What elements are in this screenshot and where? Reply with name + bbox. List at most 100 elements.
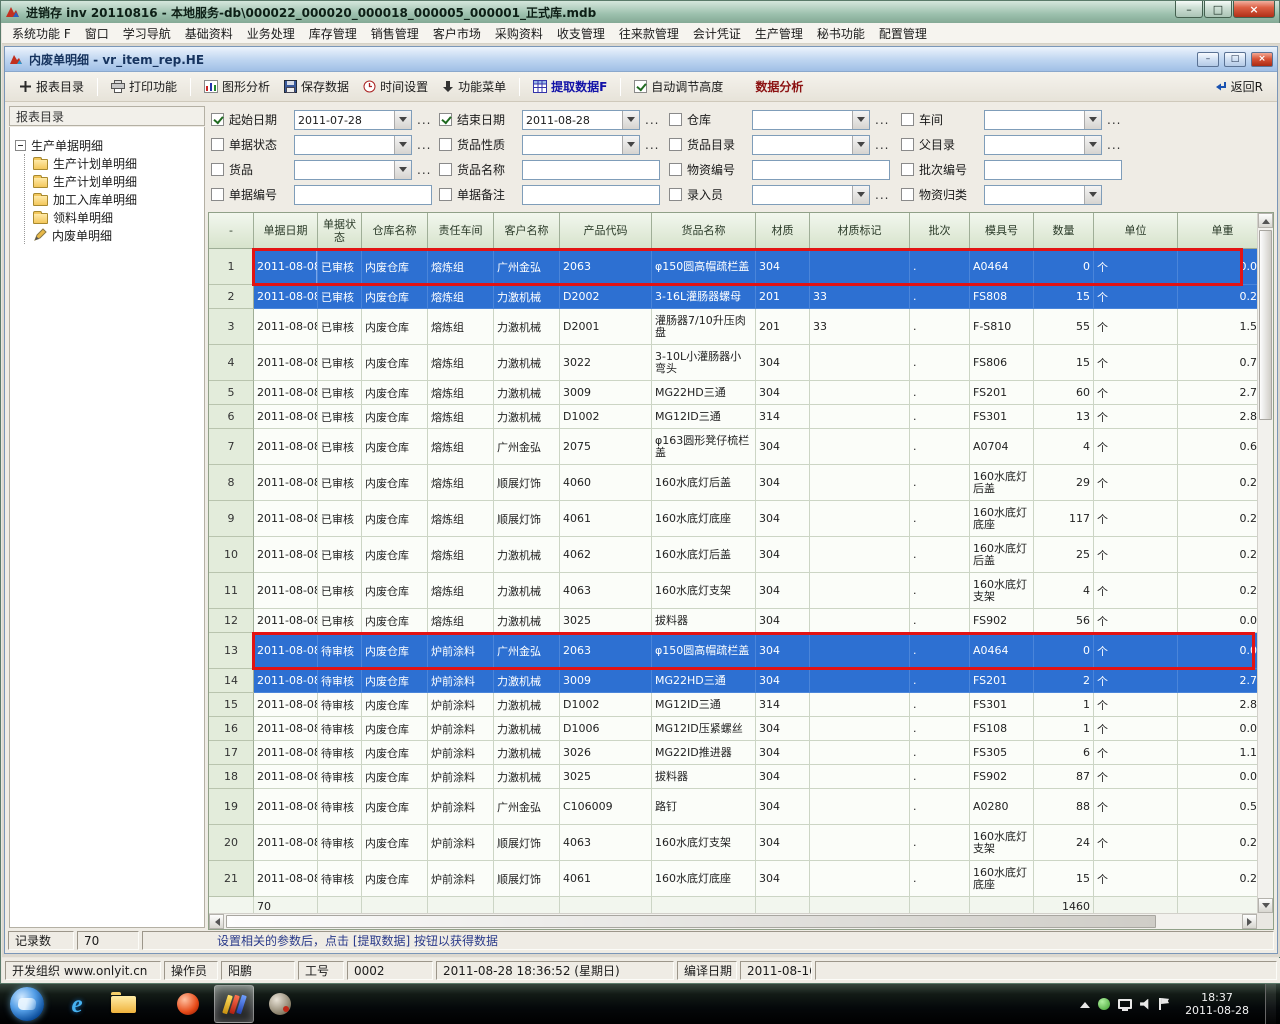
cell-单据日期[interactable]: 2011-08-08 [254,765,318,789]
cell-数量[interactable]: 117 [1034,501,1094,537]
cell-仓库名称[interactable]: 内废仓库 [362,789,428,825]
cell-单重[interactable]: 0.25 [1178,537,1257,573]
cell-仓库名称[interactable]: 内废仓库 [362,609,428,633]
filter-more-button[interactable]: ... [645,113,659,127]
cell-产品代码[interactable]: 3022 [560,345,652,381]
cell-单据日期[interactable]: 2011-08-08 [254,249,318,285]
cell-责任车间[interactable]: 熔炼组 [428,573,494,609]
cell-单位[interactable]: 个 [1094,309,1178,345]
cell-单据日期[interactable]: 2011-08-08 [254,429,318,465]
cell-货品名称[interactable]: MG22ID推进器 [652,741,756,765]
cell-材质标记[interactable] [810,609,910,633]
cell-模具号[interactable]: FS808 [970,285,1034,309]
filter-more-button[interactable]: ... [417,138,431,152]
cell-批次[interactable]: . [910,249,970,285]
cell-批次[interactable]: . [910,765,970,789]
cell-批次[interactable]: . [910,345,970,381]
cell-货品名称[interactable]: 拔料器 [652,609,756,633]
table-row-17[interactable]: 172011-08-08待审核内废仓库炉前涂料力激机械3026MG22ID推进器… [209,741,1257,765]
cell-材质标记[interactable]: 33 [810,309,910,345]
cell-产品代码[interactable]: 3025 [560,765,652,789]
cell-责任车间[interactable]: 熔炼组 [428,537,494,573]
filter-dropdown[interactable] [522,135,640,155]
cell-货品名称[interactable]: φ163圆形凳仔梳栏盖 [652,429,756,465]
cell-模具号[interactable]: FS201 [970,381,1034,405]
cell-数量[interactable]: 0 [1034,249,1094,285]
extract-data-button[interactable]: 提取数据F [527,75,613,98]
cell-模具号[interactable]: A0280 [970,789,1034,825]
graph-analysis-button[interactable]: 图形分析 [198,75,276,98]
cell-单重[interactable]: 0.26 [1178,825,1257,861]
cell-材质[interactable]: 304 [756,861,810,897]
cell-单据状态[interactable]: 待审核 [318,825,362,861]
cell-产品代码[interactable]: 4061 [560,501,652,537]
scroll-down-button[interactable] [1258,898,1273,913]
cell-客户名称[interactable]: 力激机械 [494,381,560,405]
child-close-button[interactable]: × [1251,52,1273,67]
filter-checkbox[interactable] [211,188,224,201]
cell-单据状态[interactable]: 已审核 [318,465,362,501]
cell-产品代码[interactable]: D2002 [560,285,652,309]
cell-仓库名称[interactable]: 内废仓库 [362,669,428,693]
column-header-1[interactable]: 单据日期 [254,213,318,249]
filter-checkbox[interactable] [669,113,682,126]
cell-单据状态[interactable]: 已审核 [318,405,362,429]
table-row-18[interactable]: 182011-08-08待审核内废仓库炉前涂料力激机械3025拔料器304.FS… [209,765,1257,789]
table-row-8[interactable]: 82011-08-08已审核内废仓库熔炼组顺展灯饰4060160水底灯后盖304… [209,465,1257,501]
show-desktop-button[interactable] [1265,984,1276,1024]
cell-材质[interactable]: 304 [756,381,810,405]
cell-单位[interactable]: 个 [1094,861,1178,897]
cell-单重[interactable]: 0.53 [1178,789,1257,825]
cell-货品名称[interactable]: 3-16L灌肠器螺母 [652,285,756,309]
cell-客户名称[interactable]: 广州金弘 [494,633,560,669]
filter-checkbox[interactable] [901,163,914,176]
cell-材质[interactable]: 304 [756,825,810,861]
cell-责任车间[interactable]: 熔炼组 [428,285,494,309]
table-row-15[interactable]: 152011-08-08待审核内废仓库炉前涂料力激机械D1002MG12ID三通… [209,693,1257,717]
cell-仓库名称[interactable]: 内废仓库 [362,717,428,741]
cell-责任车间[interactable]: 炉前涂料 [428,789,494,825]
cell-材质标记[interactable] [810,789,910,825]
cell-材质标记[interactable] [810,693,910,717]
tray-green-icon[interactable] [1098,998,1110,1010]
cell-模具号[interactable]: A0464 [970,249,1034,285]
cell-产品代码[interactable]: D2001 [560,309,652,345]
cell-材质标记[interactable] [810,381,910,405]
filter-checkbox[interactable] [669,138,682,151]
cell-材质[interactable]: 304 [756,765,810,789]
cell-数量[interactable]: 15 [1034,861,1094,897]
cell-材质标记[interactable] [810,429,910,465]
cell-数量[interactable]: 87 [1034,765,1094,789]
cell-单重[interactable]: 0.25 [1178,861,1257,897]
cell-仓库名称[interactable]: 内废仓库 [362,765,428,789]
cell-产品代码[interactable]: 4062 [560,537,652,573]
menu-item-13[interactable]: 秘书功能 [810,23,872,44]
tree-item-4[interactable]: 内废单明细 [33,226,199,244]
filter-dropdown[interactable] [752,135,870,155]
cell-货品名称[interactable]: 160水底灯支架 [652,573,756,609]
cell-责任车间[interactable]: 熔炼组 [428,249,494,285]
cell-产品代码[interactable]: D1006 [560,717,652,741]
cell-单据状态[interactable]: 已审核 [318,309,362,345]
filter-checkbox[interactable] [901,138,914,151]
cell-产品代码[interactable]: D1002 [560,693,652,717]
cell-单重[interactable]: 1.10 [1178,741,1257,765]
tree-root-item[interactable]: 生产单据明细 [15,136,199,154]
column-header-3[interactable]: 仓库名称 [362,213,428,249]
dropdown-arrow-button[interactable] [1084,111,1101,129]
cell-单重[interactable]: 0.00 [1178,717,1257,741]
column-header-5[interactable]: 客户名称 [494,213,560,249]
filter-more-button[interactable]: ... [1107,113,1121,127]
cell-材质标记[interactable] [810,537,910,573]
cell-单据状态[interactable]: 已审核 [318,537,362,573]
filter-checkbox[interactable] [901,188,914,201]
cell-单据日期[interactable]: 2011-08-08 [254,825,318,861]
dropdown-arrow-button[interactable] [852,136,869,154]
cell-数量[interactable]: 25 [1034,537,1094,573]
cell-客户名称[interactable]: 广州金弘 [494,249,560,285]
horizontal-scrollbar[interactable] [209,913,1257,929]
cell-客户名称[interactable]: 广州金弘 [494,429,560,465]
column-header-11[interactable]: 模具号 [970,213,1034,249]
cell-客户名称[interactable]: 力激机械 [494,537,560,573]
cell-材质[interactable]: 201 [756,285,810,309]
